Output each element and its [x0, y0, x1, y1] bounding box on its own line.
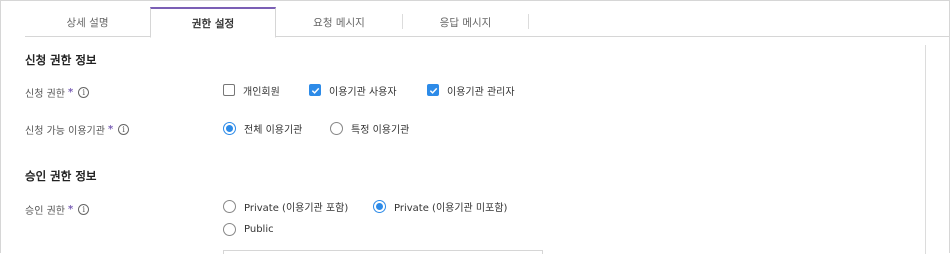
required-mark: *	[107, 123, 114, 135]
checkbox-label: 이용기관 관리자	[447, 86, 515, 98]
radio-label: 전체 이용기관	[244, 124, 303, 136]
radio-selected-icon[interactable]	[223, 121, 236, 135]
radio-label: Private (이용기관 미포함)	[394, 202, 508, 214]
radio-label: 특정 이용기관	[351, 124, 410, 136]
field-label: 승인 권한	[25, 205, 65, 217]
section-title-approval: 승인 권한 정보	[25, 169, 97, 183]
tab-bar: 상세 설명 권한 설정 요청 메시지 응답 메시지	[25, 7, 950, 38]
radio-unselected-icon[interactable]	[223, 222, 236, 236]
required-mark: *	[67, 86, 74, 98]
checkbox-unchecked-icon[interactable]	[223, 84, 235, 96]
radio-unselected-icon[interactable]	[330, 121, 343, 135]
radio-public[interactable]: Public	[223, 222, 274, 236]
radio-label: Private (이용기관 포함)	[244, 202, 349, 214]
scroll-track	[925, 45, 926, 254]
radio-all-orgs[interactable]: 전체 이용기관	[223, 121, 303, 136]
tab-response-message[interactable]: 응답 메시지	[403, 7, 528, 37]
info-icon[interactable]: i	[118, 123, 130, 135]
checkbox-org-admin[interactable]: 이용기관 관리자	[427, 83, 515, 98]
radio-unselected-icon[interactable]	[223, 199, 236, 213]
radio-private-incl-org[interactable]: Private (이용기관 포함)	[223, 199, 349, 214]
field-label: 신청 권한	[25, 88, 65, 100]
permission-settings-panel: 상세 설명 권한 설정 요청 메시지 응답 메시지 신청 권한 정보 신청 권한…	[0, 0, 950, 254]
tab-detail-description[interactable]: 상세 설명	[25, 7, 150, 37]
tab-request-message[interactable]: 요청 메시지	[276, 7, 402, 37]
next-field-box	[223, 250, 543, 254]
checkbox-org-user[interactable]: 이용기관 사용자	[309, 83, 397, 98]
available-org-label: 신청 가능 이용기관 * i	[25, 122, 130, 137]
checkbox-label: 이용기관 사용자	[329, 86, 397, 98]
apply-permission-label: 신청 권한 * i	[25, 85, 90, 100]
checkbox-individual-member[interactable]: 개인회원	[223, 83, 280, 98]
tab-permission-settings[interactable]: 권한 설정	[150, 7, 276, 38]
radio-label: Public	[244, 223, 274, 235]
checkbox-checked-icon[interactable]	[427, 84, 439, 96]
approval-permission-label: 승인 권한 * i	[25, 202, 90, 217]
checkbox-label: 개인회원	[243, 86, 280, 98]
checkbox-checked-icon[interactable]	[309, 84, 321, 96]
info-icon[interactable]: i	[78, 86, 90, 98]
radio-specific-orgs[interactable]: 특정 이용기관	[330, 121, 410, 136]
info-icon[interactable]: i	[78, 203, 90, 215]
radio-selected-icon[interactable]	[373, 199, 386, 213]
section-title-apply: 신청 권한 정보	[25, 53, 97, 67]
radio-private-excl-org[interactable]: Private (이용기관 미포함)	[373, 199, 508, 214]
tab-divider	[528, 14, 529, 29]
required-mark: *	[67, 203, 74, 215]
field-label: 신청 가능 이용기관	[25, 125, 105, 137]
